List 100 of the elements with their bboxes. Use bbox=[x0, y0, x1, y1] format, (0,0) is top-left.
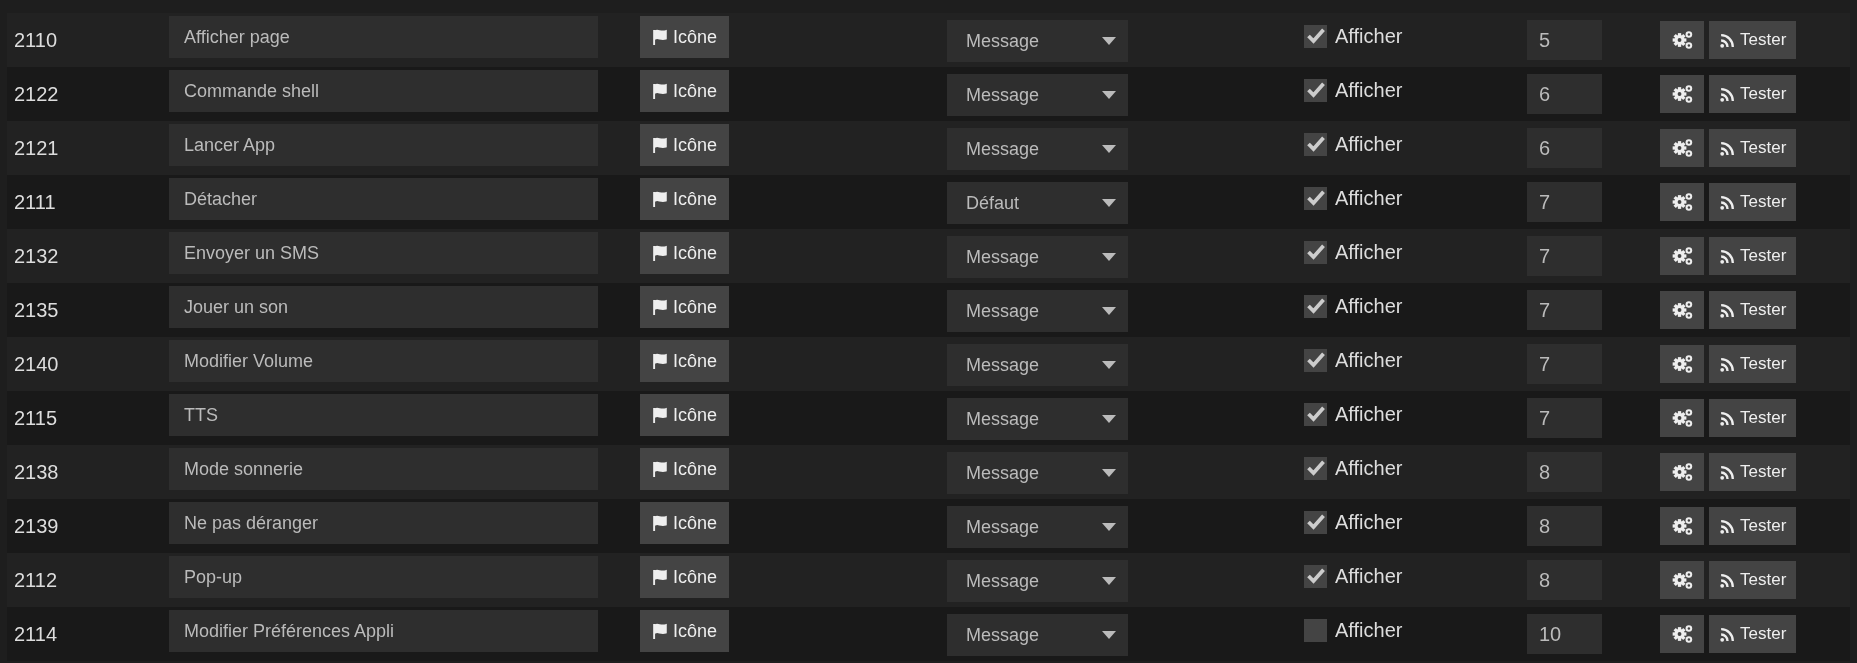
icon-button[interactable]: Icône bbox=[640, 340, 730, 382]
name-field[interactable]: Lancer App bbox=[169, 124, 598, 166]
settings-button[interactable] bbox=[1660, 561, 1704, 599]
icon-button[interactable]: Icône bbox=[640, 232, 730, 274]
test-button[interactable]: Tester bbox=[1709, 183, 1797, 221]
show-checkbox[interactable] bbox=[1304, 78, 1327, 102]
show-checkbox[interactable] bbox=[1304, 294, 1327, 318]
icon-button[interactable]: Icône bbox=[640, 70, 730, 112]
settings-button[interactable] bbox=[1660, 291, 1704, 329]
name-field[interactable]: Jouer un son bbox=[169, 286, 598, 328]
name-field[interactable]: Ne pas déranger bbox=[169, 502, 598, 544]
settings-button[interactable] bbox=[1660, 129, 1704, 167]
order-field[interactable]: 8 bbox=[1527, 560, 1602, 600]
order-field[interactable]: 5 bbox=[1527, 20, 1602, 60]
name-field[interactable]: Pop-up bbox=[169, 556, 598, 598]
icon-button[interactable]: Icône bbox=[640, 16, 730, 58]
order-field[interactable]: 7 bbox=[1527, 182, 1602, 222]
gears-icon bbox=[1670, 461, 1694, 483]
settings-button[interactable] bbox=[1660, 183, 1704, 221]
mode-dropdown[interactable]: Message bbox=[947, 398, 1128, 440]
settings-button[interactable] bbox=[1660, 21, 1704, 59]
mode-dropdown[interactable]: Défaut bbox=[947, 182, 1128, 224]
test-button[interactable]: Tester bbox=[1709, 21, 1797, 59]
show-checkbox[interactable] bbox=[1304, 618, 1327, 642]
name-field[interactable]: Commande shell bbox=[169, 70, 598, 112]
flag-icon bbox=[652, 136, 669, 154]
name-field[interactable]: Mode sonnerie bbox=[169, 448, 598, 490]
icon-button[interactable]: Icône bbox=[640, 556, 730, 598]
order-field[interactable]: 7 bbox=[1527, 344, 1602, 384]
id-cell-text: 2138 bbox=[13, 460, 60, 484]
icon-button[interactable]: Icône bbox=[640, 124, 730, 166]
test-button[interactable]: Tester bbox=[1709, 237, 1797, 275]
name-field[interactable]: Modifier Volume bbox=[169, 340, 598, 382]
order-field[interactable]: 7 bbox=[1527, 290, 1602, 330]
order-field[interactable]: 7 bbox=[1527, 236, 1602, 276]
mode-dropdown[interactable]: Message bbox=[947, 236, 1128, 278]
checkbox-label: Afficher bbox=[1335, 402, 1403, 426]
show-checkbox[interactable] bbox=[1304, 348, 1327, 372]
show-checkbox[interactable] bbox=[1304, 240, 1327, 264]
mode-dropdown[interactable]: Message bbox=[947, 614, 1128, 656]
test-button[interactable]: Tester bbox=[1709, 129, 1797, 167]
mode-dropdown[interactable]: Message bbox=[947, 560, 1128, 602]
rss-icon bbox=[1719, 31, 1736, 49]
order-field[interactable]: 8 bbox=[1527, 506, 1602, 546]
icon-button[interactable]: Icône bbox=[640, 610, 730, 652]
mode-dropdown[interactable]: Message bbox=[947, 344, 1128, 386]
settings-button[interactable] bbox=[1660, 453, 1704, 491]
flag-icon bbox=[652, 406, 669, 424]
show-checkbox[interactable] bbox=[1304, 132, 1327, 156]
mode-dropdown[interactable]: Message bbox=[947, 74, 1128, 116]
icon-button[interactable]: Icône bbox=[640, 178, 730, 220]
icon-button[interactable]: Icône bbox=[640, 286, 730, 328]
show-checkbox[interactable] bbox=[1304, 24, 1327, 48]
mode-dropdown[interactable]: Message bbox=[947, 452, 1128, 494]
icon-button[interactable]: Icône bbox=[640, 448, 730, 490]
flag-icon bbox=[652, 190, 669, 208]
test-button[interactable]: Tester bbox=[1709, 507, 1797, 545]
order-field[interactable]: 8 bbox=[1527, 452, 1602, 492]
id-cell-text: 2115 bbox=[13, 406, 58, 430]
mode-dropdown[interactable]: Message bbox=[947, 128, 1128, 170]
name-field[interactable]: Détacher bbox=[169, 178, 598, 220]
test-button[interactable]: Tester bbox=[1709, 615, 1797, 653]
show-checkbox[interactable] bbox=[1304, 186, 1327, 210]
gears-icon bbox=[1670, 569, 1694, 591]
test-button[interactable]: Tester bbox=[1709, 291, 1797, 329]
icon-button[interactable]: Icône bbox=[640, 502, 730, 544]
show-checkbox[interactable] bbox=[1304, 564, 1327, 588]
settings-button[interactable] bbox=[1660, 399, 1704, 437]
settings-button[interactable] bbox=[1660, 345, 1704, 383]
test-button[interactable]: Tester bbox=[1709, 561, 1797, 599]
checkbox-label: Afficher bbox=[1335, 132, 1403, 156]
name-field[interactable]: Afficher page bbox=[169, 16, 598, 58]
show-checkbox[interactable] bbox=[1304, 510, 1327, 534]
show-checkbox[interactable] bbox=[1304, 402, 1327, 426]
rss-icon bbox=[1719, 85, 1736, 103]
rss-icon bbox=[1719, 193, 1736, 211]
name-field[interactable]: Envoyer un SMS bbox=[169, 232, 598, 274]
mode-dropdown[interactable]: Message bbox=[947, 20, 1128, 62]
settings-button[interactable] bbox=[1660, 507, 1704, 545]
show-checkbox[interactable] bbox=[1304, 456, 1327, 480]
order-field[interactable]: 6 bbox=[1527, 128, 1602, 168]
settings-button[interactable] bbox=[1660, 615, 1704, 653]
settings-button[interactable] bbox=[1660, 75, 1704, 113]
name-field[interactable]: Modifier Préférences Appli bbox=[169, 610, 598, 652]
order-field[interactable]: 6 bbox=[1527, 74, 1602, 114]
checkbox-label: Afficher bbox=[1335, 240, 1403, 264]
flag-icon bbox=[652, 244, 669, 262]
order-field[interactable]: 10 bbox=[1527, 614, 1602, 654]
settings-button[interactable] bbox=[1660, 237, 1704, 275]
test-button[interactable]: Tester bbox=[1709, 75, 1797, 113]
icon-button[interactable]: Icône bbox=[640, 394, 730, 436]
checkbox-label: Afficher bbox=[1335, 618, 1403, 642]
test-button[interactable]: Tester bbox=[1709, 453, 1797, 491]
mode-dropdown[interactable]: Message bbox=[947, 290, 1128, 332]
test-button[interactable]: Tester bbox=[1709, 399, 1797, 437]
test-button[interactable]: Tester bbox=[1709, 345, 1797, 383]
order-field[interactable]: 7 bbox=[1527, 398, 1602, 438]
mode-dropdown[interactable]: Message bbox=[947, 506, 1128, 548]
name-field[interactable]: TTS bbox=[169, 394, 598, 436]
checkbox-label: Afficher bbox=[1335, 348, 1403, 372]
